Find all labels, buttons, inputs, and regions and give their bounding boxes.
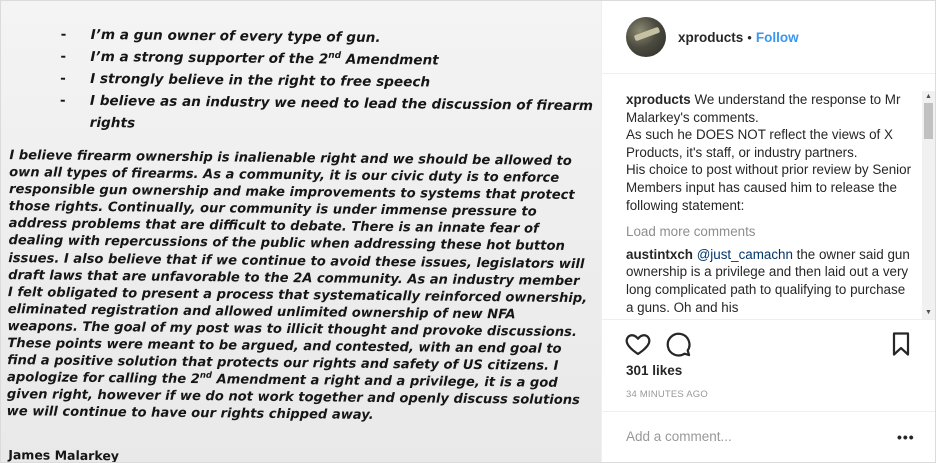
bullet-dash: - (60, 70, 66, 87)
bookmark-icon[interactable] (887, 330, 915, 358)
comment-mention[interactable]: @just_camachn (697, 247, 793, 262)
post-timestamp[interactable]: 34 MINUTES AGO (626, 389, 708, 400)
bullet-text: I believe as an industry we need to lead… (89, 92, 594, 132)
statement-paragraph: I believe firearm ownership is inalienab… (6, 148, 588, 424)
comment-username[interactable]: austintxch (626, 247, 693, 262)
comment-icon[interactable] (664, 330, 692, 358)
signature: James Malarkey (8, 447, 120, 462)
add-comment-bar: Add a comment... ••• (602, 411, 935, 462)
statement-document: - I’m a gun owner of every type of gun. … (1, 1, 601, 462)
action-bar (602, 319, 935, 368)
add-comment-input[interactable]: Add a comment... (626, 429, 732, 444)
post-photo[interactable]: - I’m a gun owner of every type of gun. … (1, 1, 601, 462)
caption: xproducts We understand the response to … (626, 91, 916, 214)
bullet-dash: - (59, 92, 66, 109)
scroll-down-arrow-icon[interactable]: ▼ (922, 307, 935, 319)
scrollbar-thumb[interactable] (924, 103, 933, 139)
follow-button[interactable]: Follow (756, 30, 799, 45)
avatar[interactable] (626, 17, 666, 57)
header-separator: • (747, 29, 752, 45)
comments-list[interactable]: xproducts We understand the response to … (626, 91, 916, 319)
heart-icon[interactable] (624, 330, 652, 358)
caption-line: His choice to post without prior review … (626, 162, 912, 213)
bullet-item: - I believe as an industry we need to le… (60, 90, 600, 140)
scroll-up-arrow-icon[interactable]: ▲ (922, 91, 935, 103)
load-more-comments-button[interactable]: Load more comments (626, 223, 916, 241)
comments-scrollbar[interactable]: ▲ ▼ (922, 91, 935, 319)
caption-line: As such he DOES NOT reflect the views of… (626, 127, 893, 160)
post-side-panel: xproducts • Follow xproducts We understa… (601, 1, 935, 462)
likes-count[interactable]: 301 likes (626, 363, 682, 378)
bullet-text: I’m a gun owner of every type of gun. (90, 26, 381, 46)
header-username[interactable]: xproducts (678, 30, 743, 45)
bullet-dash: - (60, 48, 67, 65)
bullet-dash: - (60, 26, 67, 43)
comment-item: austintxch @just_camachn the owner said … (626, 246, 916, 316)
more-options-icon[interactable]: ••• (897, 429, 915, 445)
bullet-list: - I’m a gun owner of every type of gun. … (60, 24, 601, 140)
post-header: xproducts • Follow (602, 1, 935, 74)
caption-username[interactable]: xproducts (626, 92, 691, 107)
post-modal: - I’m a gun owner of every type of gun. … (0, 0, 936, 463)
